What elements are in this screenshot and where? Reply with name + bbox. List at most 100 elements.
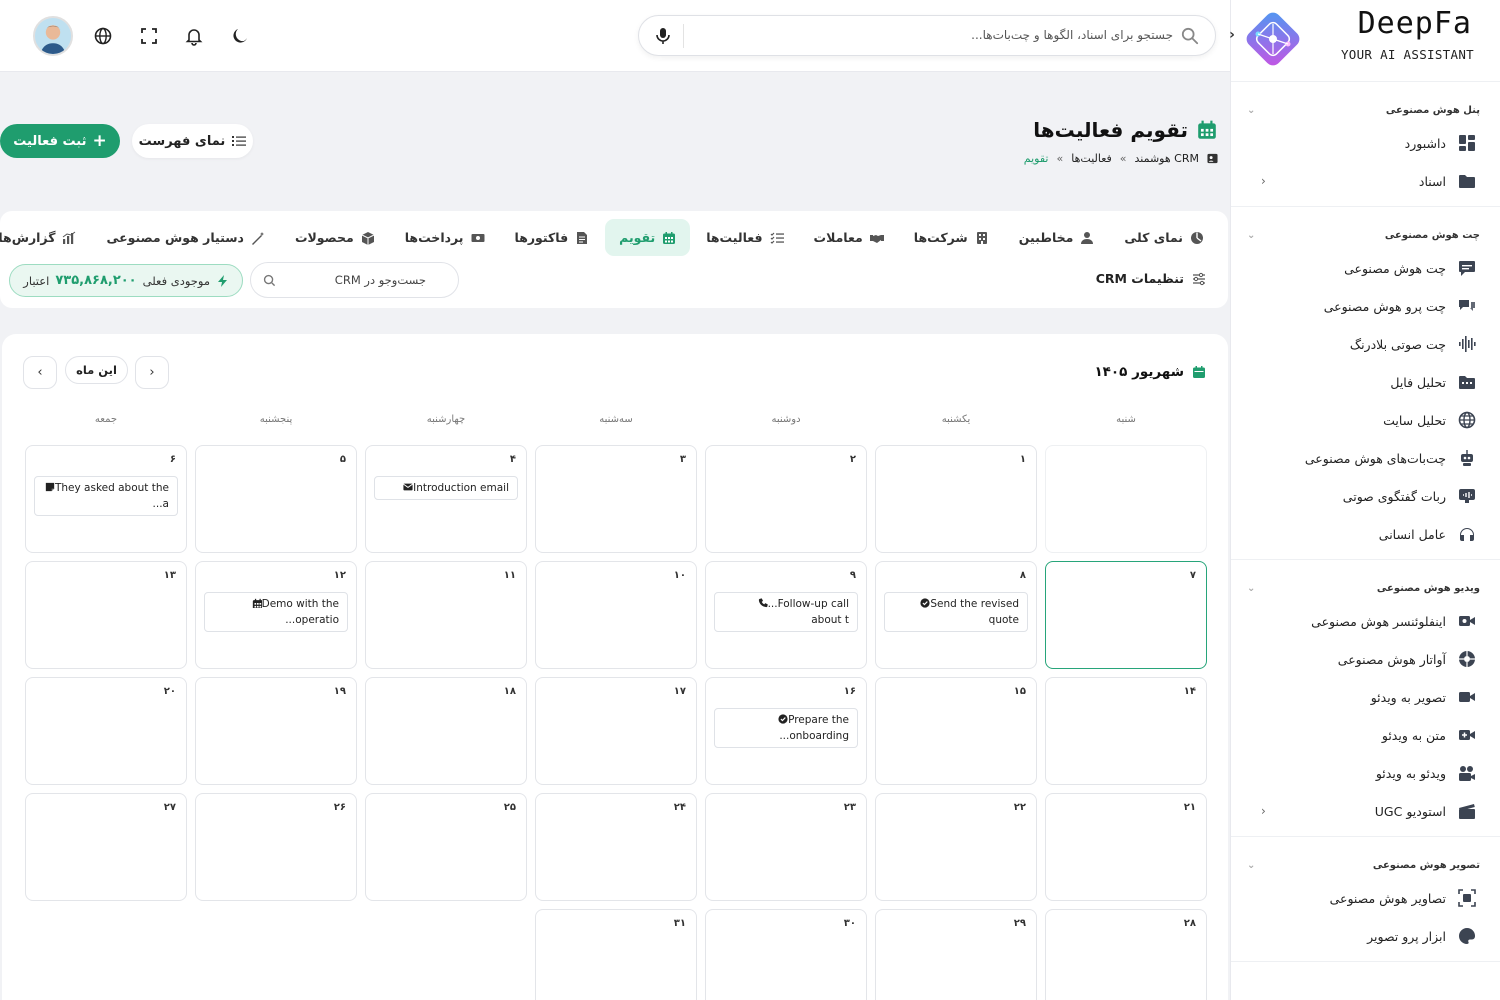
calendar-day[interactable]: ۳۱	[535, 909, 697, 1000]
calendar-day[interactable]: ۹ ...Follow-up call about t	[705, 561, 867, 669]
previous-month-button[interactable]: ‹	[23, 356, 57, 389]
crm-tab[interactable]: فاکتورها	[501, 219, 604, 256]
calendar-day[interactable]: ۱۲ Demo with the ...operatio	[195, 561, 357, 669]
sidebar-item-label: چت صوتی بلادرنگ	[1349, 336, 1446, 352]
calendar-day[interactable]: ۱۷	[535, 677, 697, 785]
sidebar-item[interactable]: ویدئو به ویدئو	[1231, 754, 1500, 792]
calendar-day[interactable]: ۱۰	[535, 561, 697, 669]
this-month-button[interactable]: این ماه	[65, 356, 128, 384]
sidebar-item[interactable]: چت هوش مصنوعی	[1231, 249, 1500, 287]
calendar-day[interactable]: ۳	[535, 445, 697, 553]
calendar-day[interactable]: ۱۵	[875, 677, 1037, 785]
calendar-day[interactable]: ۱۹	[195, 677, 357, 785]
fullscreen-icon[interactable]	[139, 26, 159, 46]
crm-tab[interactable]: تقویم	[605, 219, 691, 256]
calendar-day[interactable]: ۴ Introduction email	[365, 445, 527, 553]
check-circle-icon	[920, 598, 930, 608]
calendar-day[interactable]: ۳۰	[705, 909, 867, 1000]
calendar-day[interactable]: ۲۴	[535, 793, 697, 901]
waveform-icon	[1459, 336, 1476, 352]
calendar-day[interactable]: ۱۶ Prepare the ...onboarding	[705, 677, 867, 785]
calendar-day[interactable]: ۵	[195, 445, 357, 553]
calendar-event[interactable]: ...Follow-up call about t	[714, 592, 858, 632]
crm-tab[interactable]: نمای کلی	[1110, 219, 1218, 256]
user-avatar[interactable]	[33, 16, 73, 56]
sidebar-item[interactable]: استودیو UGC ‹	[1231, 792, 1500, 830]
calendar-event[interactable]: Send the revised quote	[884, 592, 1028, 632]
calendar-day[interactable]: ۱۸	[365, 677, 527, 785]
calendar-day[interactable]: ۲	[705, 445, 867, 553]
crm-tab[interactable]: مخاطبین	[1005, 219, 1109, 256]
breadcrumb-item-crm[interactable]: CRM هوشمند	[1135, 152, 1199, 165]
calendar-day[interactable]: ۲۰	[25, 677, 187, 785]
new-activity-button[interactable]: + ثبت فعالیت	[0, 124, 120, 158]
dark-mode-moon-icon[interactable]	[230, 26, 250, 46]
sidebar-item[interactable]: تحلیل سایت	[1231, 401, 1500, 439]
calendar-day[interactable]: ۲۳	[705, 793, 867, 901]
calendar-event[interactable]: Demo with the ...operatio	[204, 592, 348, 632]
sidebar-section-header[interactable]: ویدیو هوش مصنوعی ⌄	[1231, 574, 1500, 602]
crm-settings-link[interactable]: تنظیمات CRM	[1096, 271, 1206, 286]
next-month-button[interactable]: ›	[135, 356, 169, 389]
calendar-day[interactable]: ۲۸	[1045, 909, 1207, 1000]
calendar-day[interactable]: ۲۲	[875, 793, 1037, 901]
global-search-input[interactable]: جستجو برای اسناد، الگوها و چت‌بات‌ها...	[638, 15, 1216, 56]
sidebar-item[interactable]: چت پرو هوش مصنوعی	[1231, 287, 1500, 325]
brand[interactable]: DeepFa YOUR AI ASSISTANT	[1231, 0, 1500, 82]
sidebar-item[interactable]: عامل انسانی	[1231, 515, 1500, 553]
list-view-button[interactable]: نمای فهرست	[132, 124, 253, 158]
day-number: ۸	[1019, 570, 1026, 581]
sidebar-item[interactable]: اینفلوئنسر هوش مصنوعی	[1231, 602, 1500, 640]
crm-search-input[interactable]: جست‌وجو در CRM	[250, 262, 459, 298]
sidebar-item[interactable]: ربات گفتگوی صوتی	[1231, 477, 1500, 515]
crm-tab[interactable]: پرداخت‌ها	[391, 219, 499, 256]
sidebar-item[interactable]: چت‌بات‌های هوش مصنوعی	[1231, 439, 1500, 477]
day-number: ۲۰	[163, 686, 176, 697]
crm-tab-label: تقویم	[619, 230, 656, 245]
sidebar-item[interactable]: تصویر به ویدئو	[1231, 678, 1500, 716]
sidebar-item[interactable]: آواتار هوش مصنوعی	[1231, 640, 1500, 678]
calendar-day[interactable]: ۲۱	[1045, 793, 1207, 901]
sidebar-item[interactable]: تحلیل فایل	[1231, 363, 1500, 401]
breadcrumb-item-activities[interactable]: فعالیت‌ها	[1071, 152, 1112, 165]
sidebar-item[interactable]: اسناد ‹	[1231, 162, 1500, 200]
calendar-event[interactable]: Introduction email	[374, 476, 518, 500]
calendar-day[interactable]: ۲۶	[195, 793, 357, 901]
crm-tab[interactable]: معاملات	[800, 219, 898, 256]
crm-tab[interactable]: گزارش‌ها	[0, 219, 90, 256]
language-globe-icon[interactable]	[93, 26, 113, 46]
calendar-event[interactable]: They asked about the ...a	[34, 476, 178, 516]
calendar-day[interactable]: ۱۴	[1045, 677, 1207, 785]
notification-bell-icon[interactable]	[184, 26, 204, 46]
sidebar-section-header[interactable]: پنل هوش مصنوعی ⌄	[1231, 96, 1500, 124]
crm-tab[interactable]: فعالیت‌ها	[692, 219, 797, 256]
influencer-icon	[1459, 616, 1475, 626]
calendar-icon	[252, 598, 262, 608]
microphone-icon[interactable]	[653, 26, 673, 46]
crm-tab[interactable]: دستیار هوش مصنوعی	[92, 219, 278, 256]
sidebar-item[interactable]: چت صوتی بلادرنگ	[1231, 325, 1500, 363]
sidebar-section-header[interactable]: چت هوش مصنوعی ⌄	[1231, 221, 1500, 249]
sidebar-item-label: ربات گفتگوی صوتی	[1342, 488, 1446, 504]
event-title: Introduction email	[413, 482, 509, 494]
calendar-event[interactable]: Prepare the ...onboarding	[714, 708, 858, 748]
sidebar-item-label: چت‌بات‌های هوش مصنوعی	[1304, 450, 1446, 466]
sidebar-item-label: تحلیل فایل	[1390, 374, 1446, 390]
calendar-day[interactable]: ۱۱	[365, 561, 527, 669]
sidebar-item[interactable]: داشبورد	[1231, 124, 1500, 162]
calendar-day[interactable]: ۲۹	[875, 909, 1037, 1000]
calendar-day[interactable]: ۲۵	[365, 793, 527, 901]
avatar-icon	[35, 18, 71, 54]
crm-tab[interactable]: محصولات	[281, 219, 389, 256]
calendar-day[interactable]: ۱	[875, 445, 1037, 553]
sidebar-item[interactable]: ابزار پرو تصویر	[1231, 917, 1500, 955]
calendar-day[interactable]: ۲۷	[25, 793, 187, 901]
calendar-day-today[interactable]: ۷	[1045, 561, 1207, 669]
crm-tab[interactable]: شرکت‌ها	[900, 219, 1003, 256]
calendar-day[interactable]: ۱۳	[25, 561, 187, 669]
sidebar-section-header[interactable]: تصویر هوش مصنوعی ⌄	[1231, 851, 1500, 879]
sidebar-item[interactable]: متن به ویدئو	[1231, 716, 1500, 754]
sidebar-item[interactable]: تصاویر هوش مصنوعی	[1231, 879, 1500, 917]
calendar-day[interactable]: ۶ They asked about the ...a	[25, 445, 187, 553]
calendar-day[interactable]: ۸ Send the revised quote	[875, 561, 1037, 669]
